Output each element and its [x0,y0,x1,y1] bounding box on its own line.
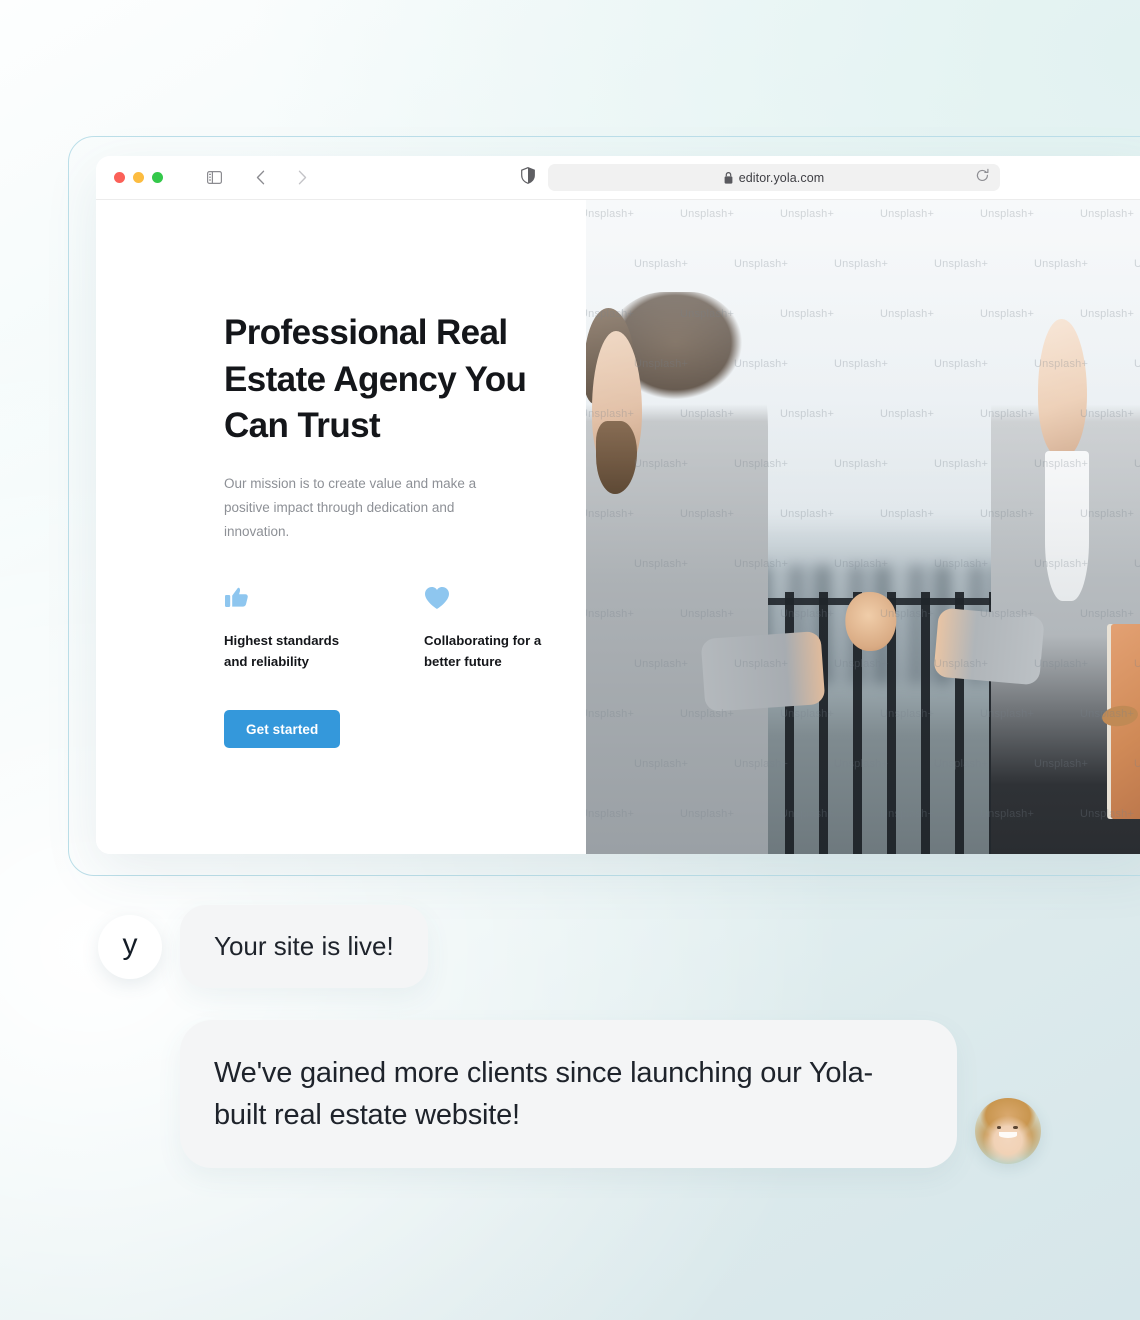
chat-bubble-testimonial: We've gained more clients since launchin… [180,1020,957,1169]
chat-bubble-site-live: Your site is live! [180,905,428,989]
photo-haze-overlay [586,200,1140,854]
privacy-shield-icon[interactable] [521,166,535,189]
sidebar-toggle-icon[interactable] [201,165,227,191]
url-text: editor.yola.com [738,170,825,185]
back-chevron-icon[interactable] [247,165,273,191]
address-bar-content: editor.yola.com [724,171,825,185]
chat-message-brand: y Your site is live! [98,905,428,989]
feature-list: Highest standards and reliability Collab… [224,584,586,673]
thumbs-up-icon [224,584,364,612]
heart-icon [424,584,564,612]
close-window-button[interactable] [114,172,125,183]
promo-canvas: editor.yola.com Professional Real Estate… [0,0,1140,1320]
yola-logo-letter: y [122,927,138,961]
avatar-eye-left [996,1125,1002,1130]
browser-toolbar: editor.yola.com [96,156,1140,200]
website-preview: Professional Real Estate Agency You Can … [96,200,1140,854]
feature-label: Collaborating for a better future [424,632,542,670]
lock-icon [724,171,733,184]
feature-item-standards: Highest standards and reliability [224,584,364,673]
browser-window: editor.yola.com Professional Real Estate… [96,156,1140,854]
avatar-eye-right [1013,1125,1018,1130]
hero-photo [586,200,1140,854]
get-started-button[interactable]: Get started [224,710,341,749]
hero-image: Unsplash+Unsplash+Unsplash+Unsplash+Unsp… [586,200,1140,854]
page-title: Professional Real Estate Agency You Can … [224,313,527,446]
minimize-window-button[interactable] [133,172,144,183]
yola-logo-avatar: y [98,914,162,979]
hero-subtitle: Our mission is to create value and make … [224,475,477,539]
maximize-window-button[interactable] [152,172,163,183]
address-bar[interactable]: editor.yola.com [548,164,1000,191]
feature-item-collaborating: Collaborating for a better future [424,584,564,673]
forward-chevron-icon[interactable] [289,165,315,191]
window-traffic-lights[interactable] [114,172,163,183]
customer-photo-avatar [975,1098,1041,1165]
reload-icon[interactable] [976,168,989,187]
chat-message-customer: We've gained more clients since launchin… [180,1020,1041,1169]
hero-text-column: Professional Real Estate Agency You Can … [96,200,586,854]
navigation-controls [201,165,315,191]
feature-label: Highest standards and reliability [224,632,340,670]
